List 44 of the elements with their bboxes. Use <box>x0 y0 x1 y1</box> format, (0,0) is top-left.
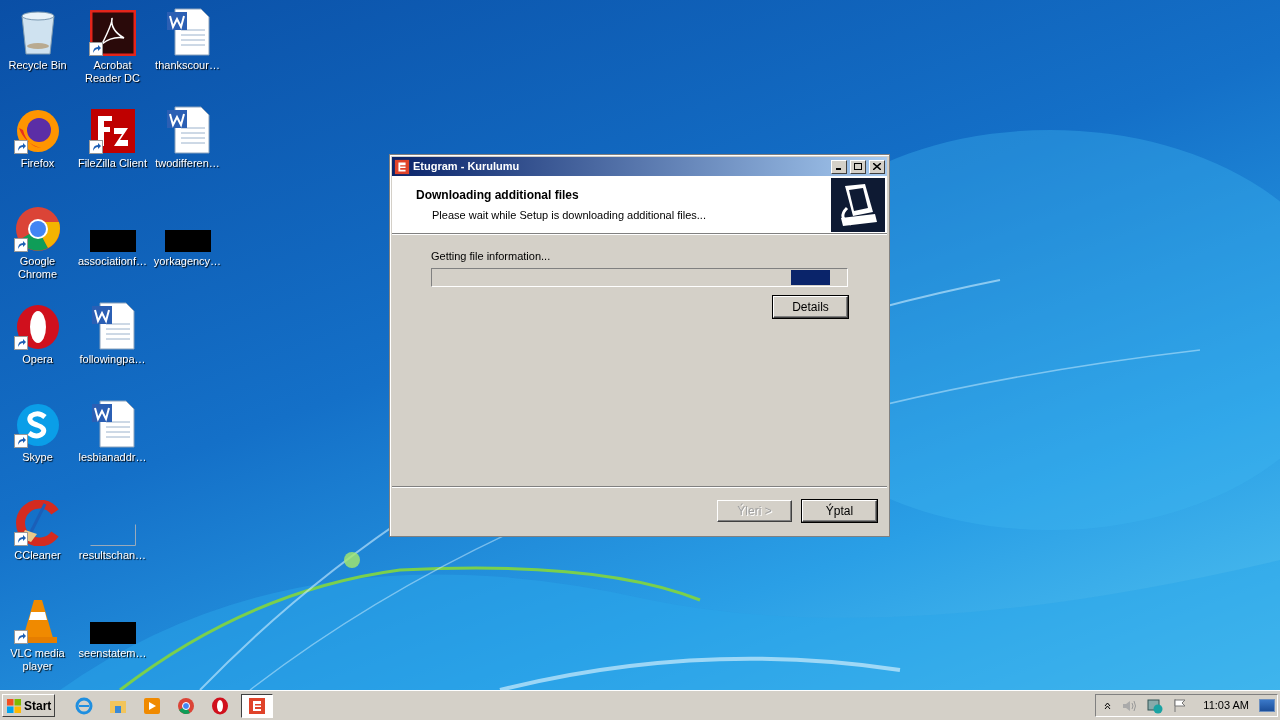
window-title: Etugram - Kurulumu <box>413 159 521 175</box>
icon-label: VLC media player <box>9 647 66 673</box>
icon-label: Firefox <box>19 157 56 170</box>
internet-explorer-icon <box>74 696 93 715</box>
icon-label: Opera <box>21 353 54 366</box>
redacted-block-icon[interactable] <box>89 230 136 252</box>
icon-label: thankscour… <box>154 59 221 72</box>
status-text: Getting file information... <box>431 249 552 264</box>
chrome-icon <box>176 696 195 715</box>
start-button[interactable]: Start <box>2 694 56 717</box>
chevron-up-icon[interactable] <box>1104 701 1112 710</box>
icon-label: FileZilla Client <box>76 157 149 170</box>
redacted-block-icon[interactable] <box>164 230 211 252</box>
icon-label: lesbianaddr… <box>77 451 148 464</box>
icon-label: associationf… <box>76 255 149 268</box>
icon-label: followingpa… <box>78 353 147 366</box>
page-heading: Downloading additional files <box>416 186 580 204</box>
taskbar-app-button[interactable] <box>241 693 274 718</box>
icon-label: resultschan… <box>77 549 148 562</box>
close-button[interactable] <box>869 159 885 174</box>
clock[interactable]: 11:03 AM <box>1203 697 1249 714</box>
play-icon <box>142 696 161 715</box>
icon-label: Skype <box>21 451 54 464</box>
opera-icon <box>210 696 229 715</box>
icon-label: seenstatem… <box>77 647 148 660</box>
network-icon[interactable] <box>1147 697 1164 714</box>
icon-label: Recycle Bin <box>7 59 68 72</box>
icon-label: twodifferen… <box>154 157 221 170</box>
close-icon <box>873 163 881 170</box>
icon-label: Acrobat Reader DC <box>84 59 141 85</box>
flag-icon[interactable] <box>1173 698 1188 713</box>
icon-label: Google Chrome <box>16 255 59 281</box>
maximize-icon <box>854 163 862 170</box>
cancel-button[interactable]: Ýptal <box>802 499 877 522</box>
etugram-logo-icon <box>248 696 267 715</box>
etugram-logo-icon <box>394 158 410 175</box>
redacted-block-icon[interactable] <box>89 622 136 644</box>
windows-logo-icon <box>6 697 22 714</box>
page-subheading: Please wait while Setup is downloading additional files... <box>431 207 707 223</box>
minimize-button[interactable] <box>831 159 847 174</box>
icon-label: CCleaner <box>13 549 62 562</box>
details-button[interactable]: Details <box>773 295 848 318</box>
maximize-button[interactable] <box>850 159 866 174</box>
icon-label: yorkagency… <box>152 255 223 268</box>
